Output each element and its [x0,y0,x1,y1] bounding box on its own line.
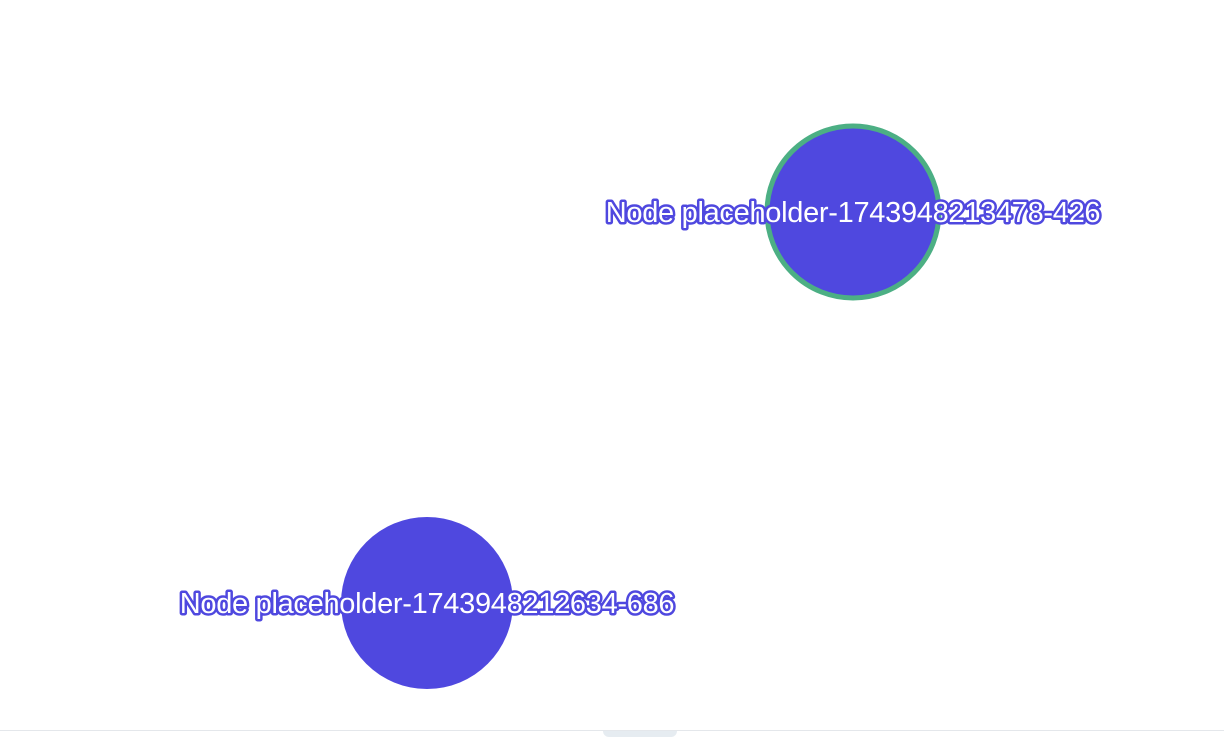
graph-node[interactable]: Node placeholder-1743948213478-426 [603,123,1103,301]
graph-node[interactable]: Node placeholder-1743948212634-686 [177,517,677,689]
graph-canvas[interactable]: Node placeholder-1743948213478-426 Node … [0,0,1224,744]
node-label: Node placeholder-1743948212634-686 [180,588,675,620]
resize-handle[interactable] [603,731,677,737]
node-label: Node placeholder-1743948213478-426 [606,197,1101,229]
